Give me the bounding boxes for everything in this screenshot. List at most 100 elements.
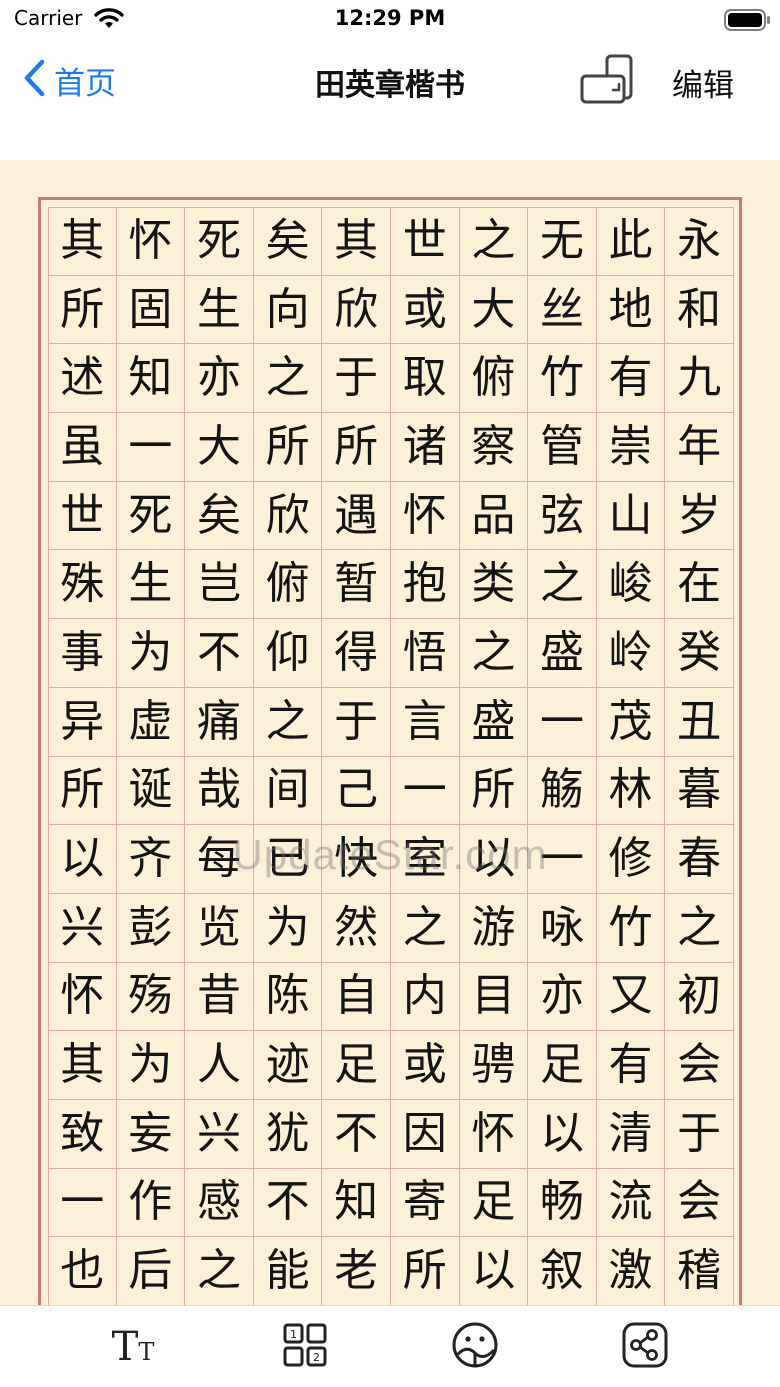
- character-cell: 妄: [116, 1099, 186, 1169]
- character-cell: 哉: [185, 756, 254, 826]
- character-cell: 年: [665, 413, 734, 482]
- grid-row: 兴彭览为然之游咏竹之: [48, 893, 734, 963]
- grid-row: 致妄兴犹不因怀以清于: [48, 1099, 734, 1169]
- character-cell: 弦: [528, 481, 597, 551]
- character-cell: 以: [48, 825, 117, 894]
- character-cell: 迹: [253, 1031, 323, 1100]
- character-cell: 得: [322, 619, 391, 688]
- character-cell: 以: [459, 825, 529, 894]
- grid-row: 所诞哉间己一所觞林暮: [48, 756, 734, 826]
- character-cell: 在: [665, 550, 734, 620]
- character-cell: 所: [391, 1237, 460, 1305]
- grid-row: 也后之能老所以叙激稽: [48, 1237, 734, 1305]
- character-cell: 所: [459, 756, 529, 826]
- character-cell: 俯: [253, 550, 323, 620]
- character-cell: 寄: [390, 1168, 460, 1238]
- character-cell: 向: [253, 275, 323, 345]
- character-cell: 言: [390, 687, 460, 757]
- character-cell: 此: [596, 207, 666, 276]
- character-cell: 于: [322, 687, 391, 757]
- layout-toggle-button[interactable]: [578, 54, 634, 106]
- character-cell: 虽: [48, 413, 117, 482]
- character-cell: 述: [48, 344, 117, 414]
- grid-row: 事为不仰得悟之盛岭癸: [48, 619, 734, 688]
- character-cell: 修: [596, 825, 666, 894]
- page-title: 田英章楷书: [315, 68, 465, 103]
- character-cell: 取: [390, 344, 460, 414]
- grid-layout-icon: 1 2: [282, 1322, 328, 1372]
- character-cell: 之: [253, 687, 323, 757]
- character-cell: 殊: [48, 550, 117, 620]
- status-bar: Carrier 12:29 PM: [0, 0, 780, 40]
- character-cell: 永: [665, 207, 734, 276]
- character-cell: 又: [596, 962, 666, 1032]
- character-cell: 足: [528, 1031, 597, 1100]
- character-cell: 盛: [528, 619, 597, 688]
- character-cell: 抱: [390, 550, 460, 620]
- character-cell: 死: [116, 481, 186, 551]
- character-cell: 盛: [459, 687, 529, 757]
- character-cell: 感: [185, 1168, 254, 1238]
- character-cell: 管: [528, 413, 597, 482]
- character-cell: 足: [459, 1168, 529, 1238]
- text-size-button[interactable]: TT: [106, 1320, 160, 1374]
- character-cell: 山: [596, 481, 666, 551]
- character-cell: 悟: [390, 619, 460, 688]
- character-cell: 于: [665, 1099, 734, 1169]
- character-cell: 诸: [390, 413, 460, 482]
- character-cell: 亦: [528, 962, 597, 1032]
- character-cell: 为: [116, 1031, 186, 1100]
- character-cell: 遇: [322, 481, 391, 551]
- character-cell: 一: [528, 687, 597, 757]
- character-cell: 己: [322, 756, 391, 826]
- character-cell: 所: [48, 275, 117, 345]
- character-cell: 览: [185, 893, 254, 963]
- character-cell: 之: [459, 619, 529, 688]
- character-cell: 仰: [253, 619, 323, 688]
- calligraphy-frame: 其怀死矣其世之无此永所固生向欣或大丝地和述知亦之于取俯竹有九虽一大所所诸察管崇年…: [38, 197, 742, 1305]
- character-cell: 会: [665, 1168, 734, 1238]
- character-cell: 有: [596, 1031, 666, 1100]
- edit-button[interactable]: 编辑: [672, 60, 734, 105]
- character-cell: 茂: [596, 687, 666, 757]
- character-cell: 生: [116, 550, 186, 620]
- character-cell: 游: [459, 893, 529, 963]
- character-cell: 和: [665, 275, 734, 345]
- grid-row: 虽一大所所诸察管崇年: [48, 413, 734, 482]
- character-cell: 致: [48, 1099, 117, 1169]
- character-cell: 峻: [596, 550, 666, 620]
- character-cell: 暂: [322, 550, 391, 620]
- character-cell: 春: [665, 825, 734, 894]
- character-cell: 因: [390, 1099, 460, 1169]
- character-cell: 室: [390, 825, 460, 894]
- character-cell: 死: [185, 207, 254, 276]
- grid-layout-button[interactable]: 1 2: [278, 1320, 332, 1374]
- character-cell: 目: [459, 962, 529, 1032]
- character-cell: 品: [459, 481, 529, 551]
- character-cell: 岭: [596, 619, 666, 688]
- character-cell: 岁: [665, 481, 734, 551]
- character-cell: 类: [459, 550, 529, 620]
- grid-row: 所固生向欣或大丝地和: [48, 275, 734, 345]
- character-cell: 生: [185, 275, 254, 345]
- character-cell: 所: [48, 756, 117, 826]
- character-cell: 怀: [116, 207, 186, 276]
- character-cell: 之: [390, 893, 460, 963]
- grid-row: 述知亦之于取俯竹有九: [48, 344, 734, 414]
- character-cell: 事: [48, 619, 117, 688]
- character-cell: 彭: [116, 893, 186, 963]
- share-button[interactable]: [618, 1320, 672, 1374]
- character-cell: 暮: [665, 756, 734, 826]
- character-cell: 之: [253, 344, 323, 414]
- clock: 12:29 PM: [334, 6, 446, 30]
- style-button[interactable]: [448, 1320, 502, 1374]
- character-cell: 之: [528, 550, 597, 620]
- character-cell: 怀: [390, 481, 460, 551]
- character-cell: 一: [48, 1168, 117, 1238]
- character-cell: 一: [390, 756, 460, 826]
- character-cell: 丑: [665, 687, 734, 757]
- character-cell: 殇: [116, 962, 186, 1032]
- character-cell: 知: [116, 344, 186, 414]
- character-cell: 无: [528, 207, 597, 276]
- character-cell: 大: [459, 275, 529, 345]
